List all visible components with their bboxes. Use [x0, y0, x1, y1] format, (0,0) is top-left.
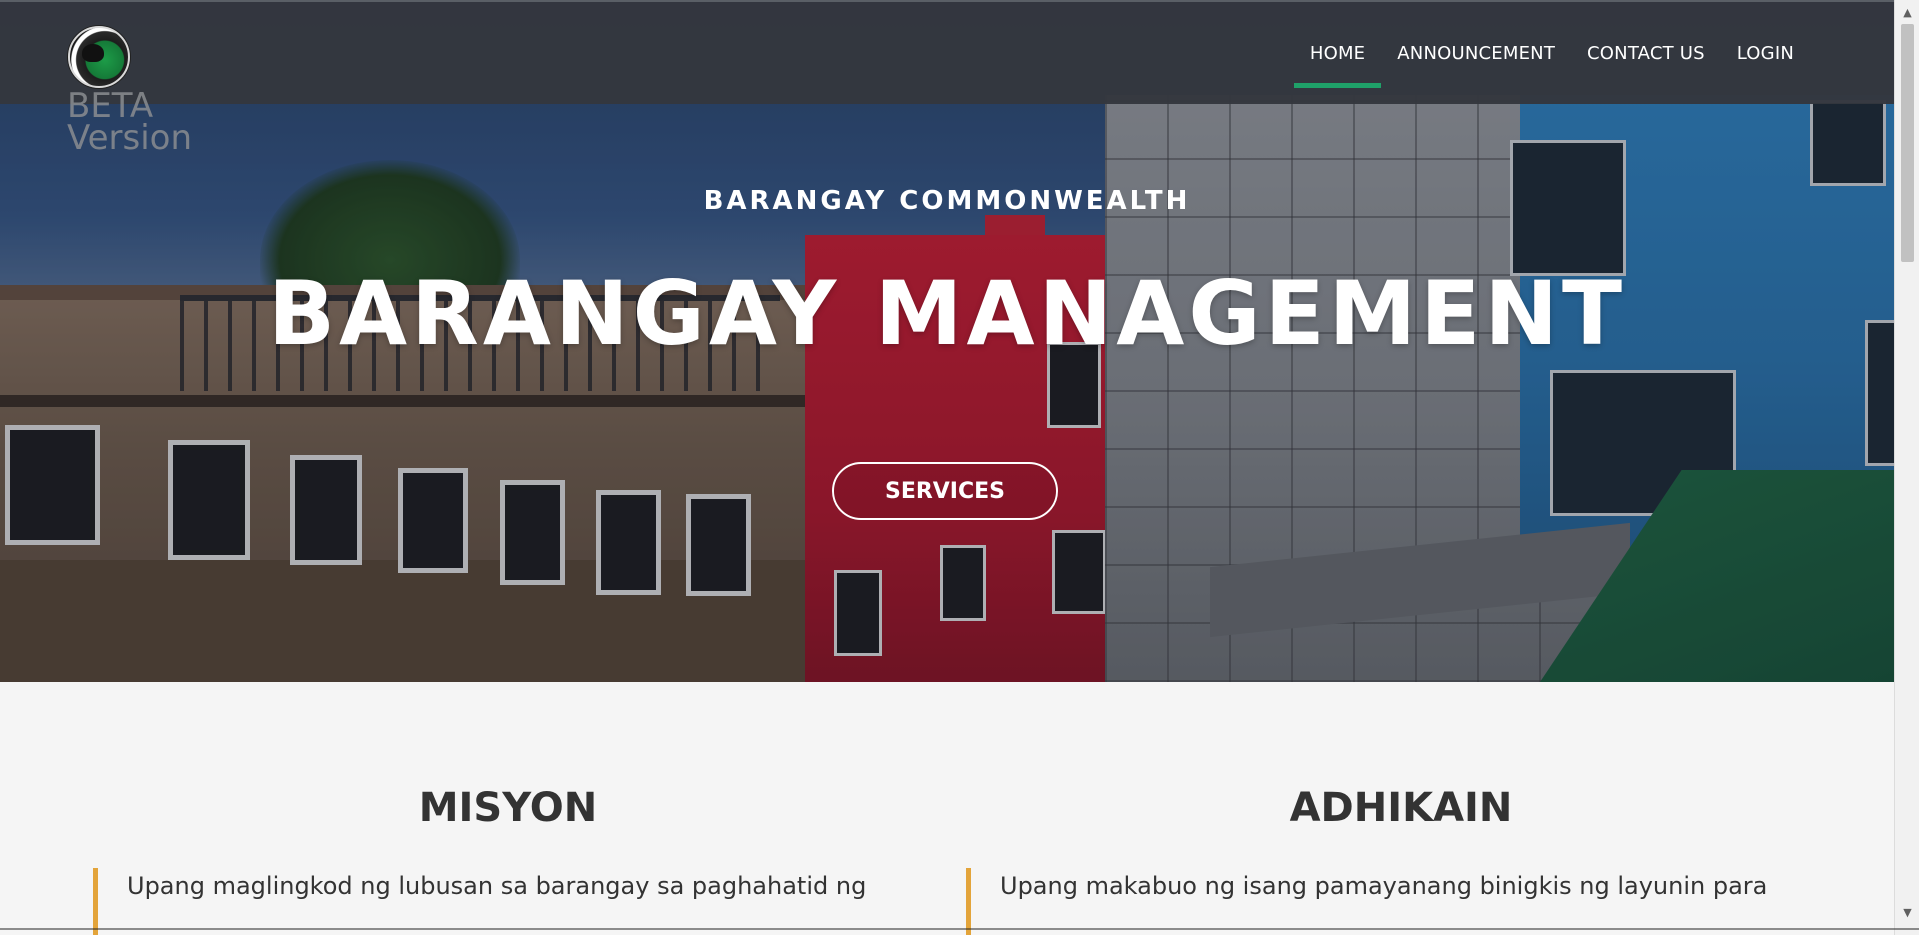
hero-subtitle: BARANGAY COMMONWEALTH: [703, 186, 1191, 216]
nav-menu: HOME ANNOUNCEMENT CONTACT US LOGIN: [1293, 2, 1810, 104]
barangay-seal-icon[interactable]: [68, 26, 130, 88]
beta-label-line2: Version: [67, 118, 193, 158]
hero-title: BARANGAY MANAGEMENT: [267, 262, 1627, 365]
beta-version-label: BETA Version: [67, 89, 193, 158]
nav-item-home[interactable]: HOME: [1293, 2, 1382, 104]
window-bottom-border: [0, 928, 1919, 930]
mission-text-block: Upang maglingkod ng lubusan sa barangay …: [93, 868, 899, 935]
top-navbar: BETA Version HOME ANNOUNCEMENT CONTACT U…: [0, 0, 1894, 155]
vision-title: ADHIKAIN: [1289, 785, 1513, 831]
mission-title: MISYON: [418, 785, 598, 831]
services-button[interactable]: SERVICES: [832, 462, 1058, 520]
scroll-down-arrow-icon[interactable]: ▼: [1895, 906, 1919, 920]
nav-item-login[interactable]: LOGIN: [1721, 2, 1810, 104]
mission-text: Upang maglingkod ng lubusan sa barangay …: [127, 872, 867, 900]
nav-item-contact-us[interactable]: CONTACT US: [1571, 2, 1721, 104]
scroll-up-arrow-icon[interactable]: ▲: [1895, 6, 1919, 20]
vision-text-block: Upang makabuo ng isang pamayanang binigk…: [966, 868, 1772, 935]
vision-text: Upang makabuo ng isang pamayanang binigk…: [1000, 872, 1768, 900]
scrollbar-thumb[interactable]: [1901, 24, 1914, 262]
page-viewport: BETA Version HOME ANNOUNCEMENT CONTACT U…: [0, 0, 1894, 935]
nav-item-announcement[interactable]: ANNOUNCEMENT: [1381, 2, 1571, 104]
page-scrollbar[interactable]: ▲ ▼: [1894, 0, 1919, 935]
